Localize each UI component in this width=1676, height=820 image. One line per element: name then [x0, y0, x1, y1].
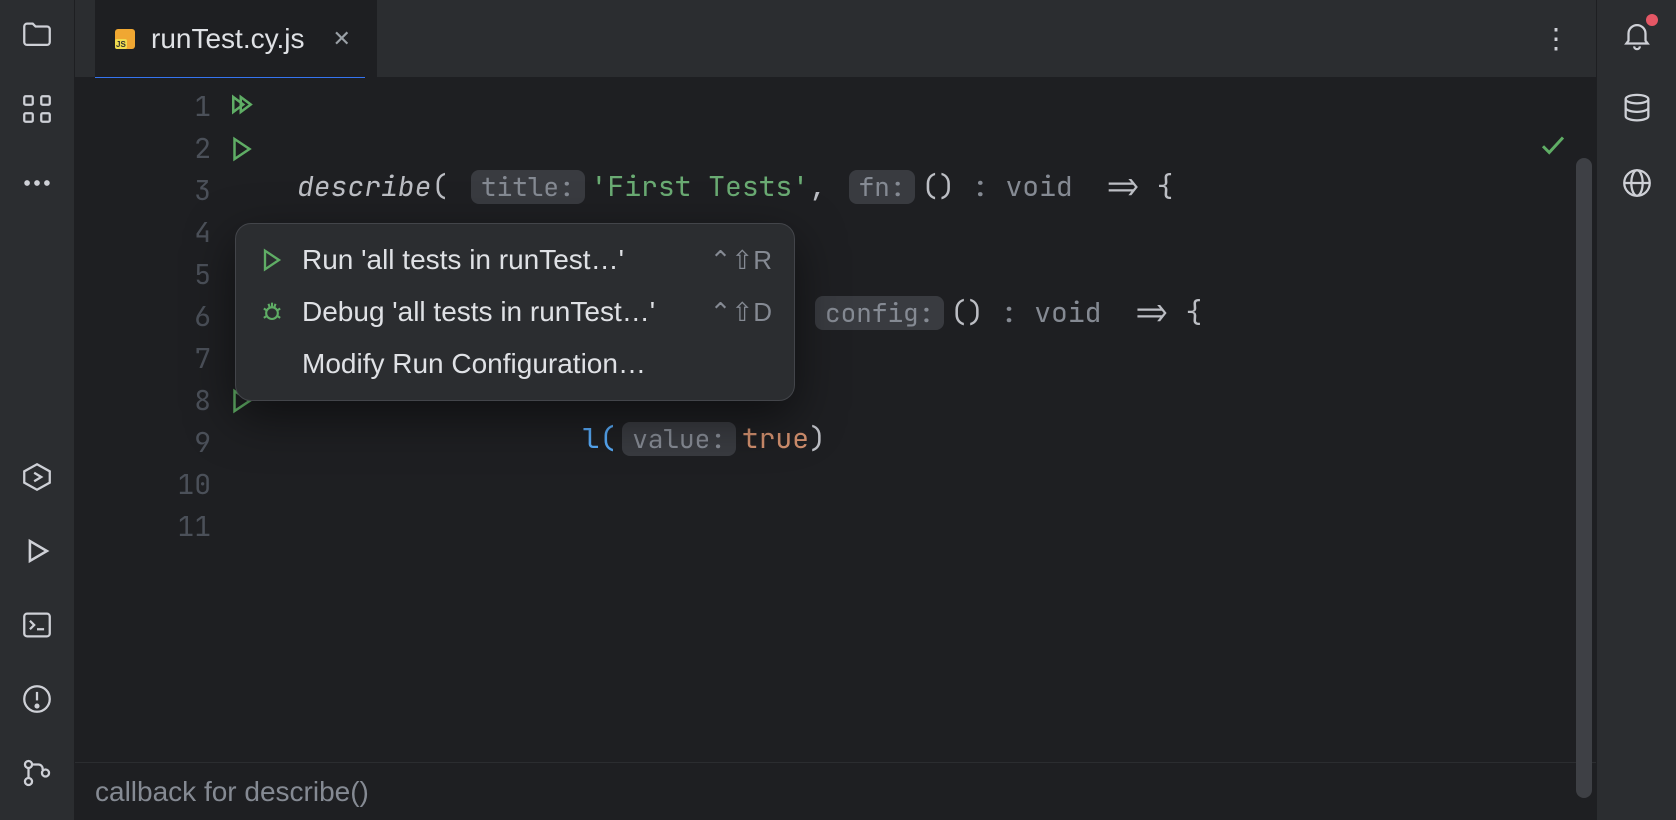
- editor-tab-bar: JS runTest.cy.js ✕ ⋮: [75, 0, 1596, 78]
- menu-label: Run 'all tests in runTest…': [302, 244, 694, 276]
- more-icon[interactable]: [20, 166, 54, 200]
- gutter-run-icons: [225, 82, 285, 762]
- editor: 1 2 3 4 5 6 7 8 9 10 11: [75, 78, 1596, 762]
- run-all-gutter-icon[interactable]: [225, 86, 285, 128]
- menu-shortcut: ⌃⇧R: [710, 245, 772, 276]
- inspection-ok-icon[interactable]: [1404, 88, 1568, 214]
- database-icon[interactable]: [1620, 92, 1654, 126]
- notification-dot: [1646, 14, 1658, 26]
- problems-icon[interactable]: [20, 682, 54, 716]
- svg-text:JS: JS: [116, 40, 126, 49]
- vcs-icon[interactable]: [20, 756, 54, 790]
- run-context-menu: Run 'all tests in runTest…' ⌃⇧R Debug 'a…: [235, 223, 795, 401]
- menu-label: Modify Run Configuration…: [302, 348, 772, 380]
- terminal-icon[interactable]: [20, 608, 54, 642]
- menu-shortcut: ⌃⇧D: [710, 297, 772, 328]
- code-area[interactable]: describe( title:'First Tests', fn:() : v…: [295, 78, 1596, 762]
- menu-modify-config[interactable]: Modify Run Configuration…: [236, 338, 794, 390]
- menu-debug-tests[interactable]: Debug 'all tests in runTest…' ⌃⇧D: [236, 286, 794, 338]
- vertical-scrollbar[interactable]: [1576, 158, 1592, 798]
- run-tool-icon[interactable]: [20, 534, 54, 568]
- blank-icon: [258, 350, 286, 378]
- play-icon: [258, 246, 286, 274]
- tool-sidebar-left: [0, 0, 75, 820]
- main-column: JS runTest.cy.js ✕ ⋮ 1 2 3 4 5 6 7 8 9 1…: [75, 0, 1596, 820]
- notifications-icon[interactable]: [1620, 18, 1654, 52]
- line-numbers: 1 2 3 4 5 6 7 8 9 10 11: [75, 82, 225, 762]
- services-icon[interactable]: [20, 460, 54, 494]
- menu-run-tests[interactable]: Run 'all tests in runTest…' ⌃⇧R: [236, 234, 794, 286]
- file-js-icon: JS: [113, 27, 137, 51]
- bug-icon: [258, 298, 286, 326]
- project-icon[interactable]: [20, 18, 54, 52]
- tab-filename: runTest.cy.js: [151, 23, 305, 55]
- menu-label: Debug 'all tests in runTest…': [302, 296, 694, 328]
- tool-sidebar-right: [1596, 0, 1676, 820]
- structure-icon[interactable]: [20, 92, 54, 126]
- web-icon[interactable]: [1620, 166, 1654, 200]
- run-test-gutter-icon[interactable]: [225, 128, 285, 170]
- close-tab-icon[interactable]: ✕: [325, 22, 359, 56]
- editor-tab[interactable]: JS runTest.cy.js ✕: [95, 0, 377, 77]
- gutter: 1 2 3 4 5 6 7 8 9 10 11: [75, 78, 295, 762]
- tab-options-icon[interactable]: ⋮: [1528, 14, 1584, 63]
